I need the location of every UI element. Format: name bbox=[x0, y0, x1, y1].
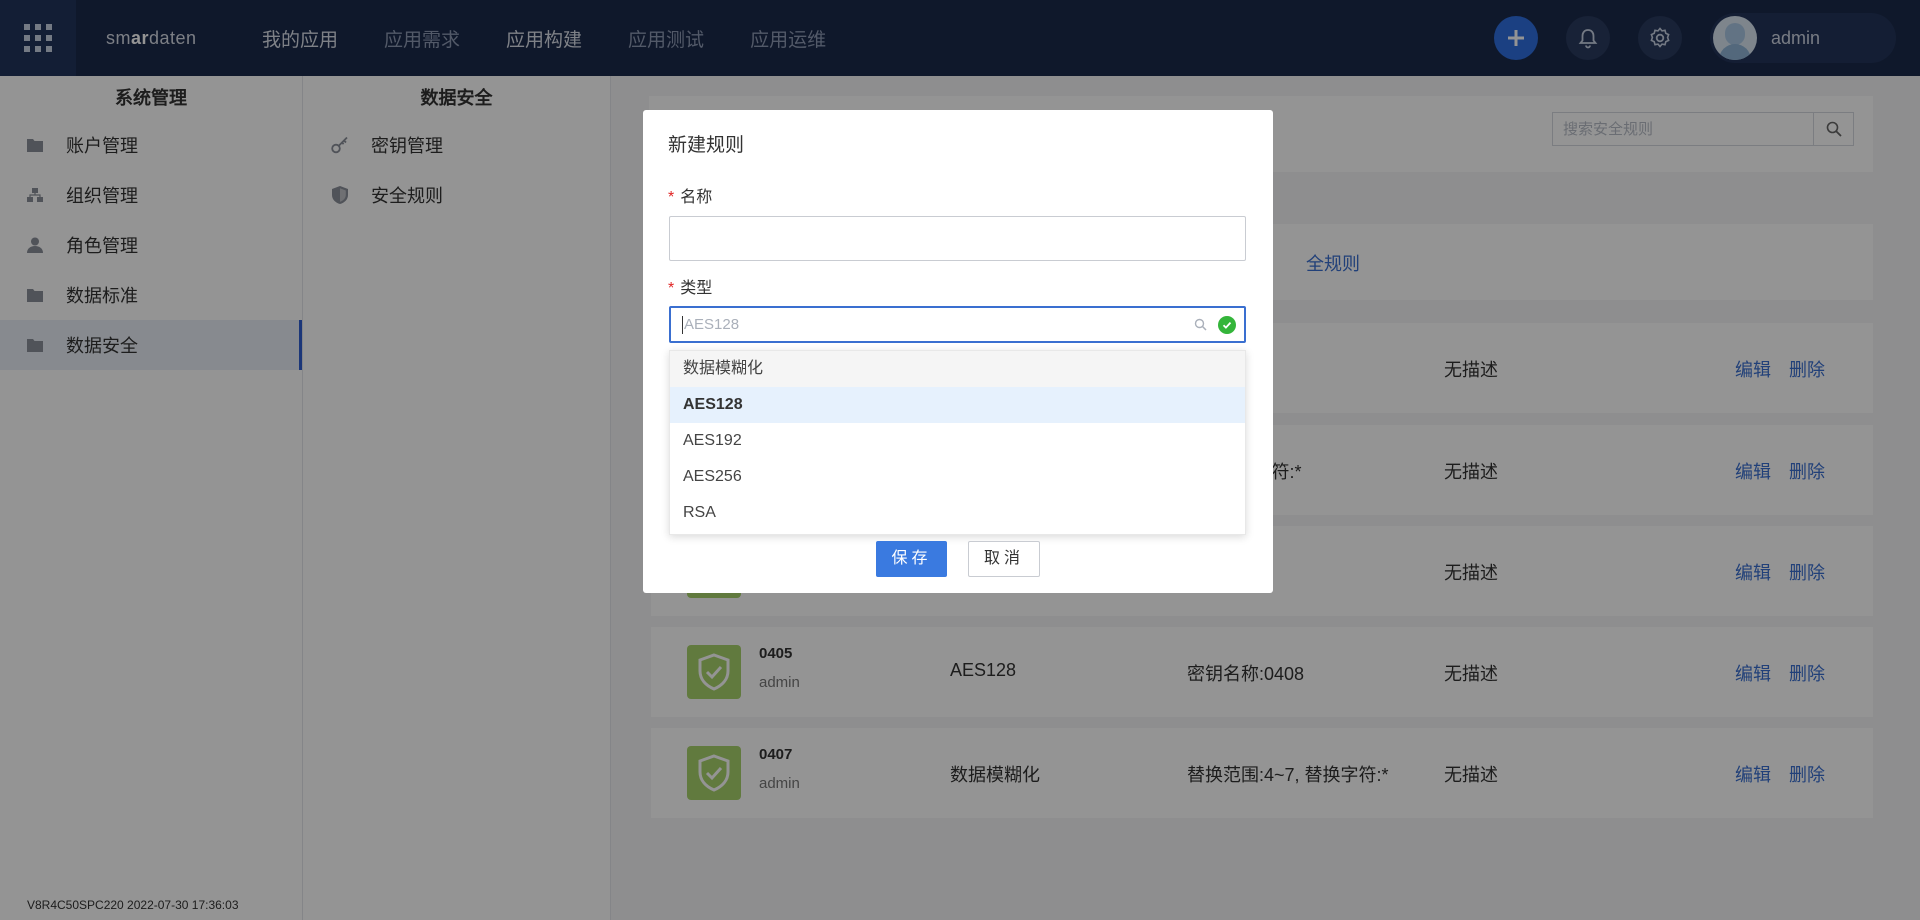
check-circle-icon bbox=[1218, 315, 1236, 334]
name-label: * 名称 bbox=[668, 189, 713, 206]
option-aes256[interactable]: AES256 bbox=[670, 459, 1245, 495]
type-dropdown: 数据模糊化 AES128 AES192 AES256 RSA bbox=[669, 350, 1246, 535]
required-mark: * bbox=[668, 189, 675, 206]
option-aes128[interactable]: AES128 bbox=[670, 387, 1245, 423]
name-input[interactable] bbox=[669, 216, 1246, 261]
cancel-button[interactable]: 取消 bbox=[968, 541, 1040, 577]
search-icon bbox=[1192, 317, 1208, 333]
required-mark: * bbox=[668, 280, 675, 297]
option-data-masking[interactable]: 数据模糊化 bbox=[670, 351, 1245, 387]
new-rule-dialog: 新建规则 *名称 *类型 数据模糊化 AES128 AES192 AES256 … bbox=[643, 110, 1273, 593]
option-aes192[interactable]: AES192 bbox=[670, 423, 1245, 459]
option-rsa[interactable]: RSA bbox=[670, 495, 1245, 531]
type-select[interactable] bbox=[669, 306, 1246, 343]
type-search-input[interactable] bbox=[683, 316, 1192, 333]
type-label: * 类型 bbox=[668, 280, 713, 297]
save-button[interactable]: 保存 bbox=[876, 541, 947, 577]
dialog-title: 新建规则 bbox=[668, 135, 745, 156]
